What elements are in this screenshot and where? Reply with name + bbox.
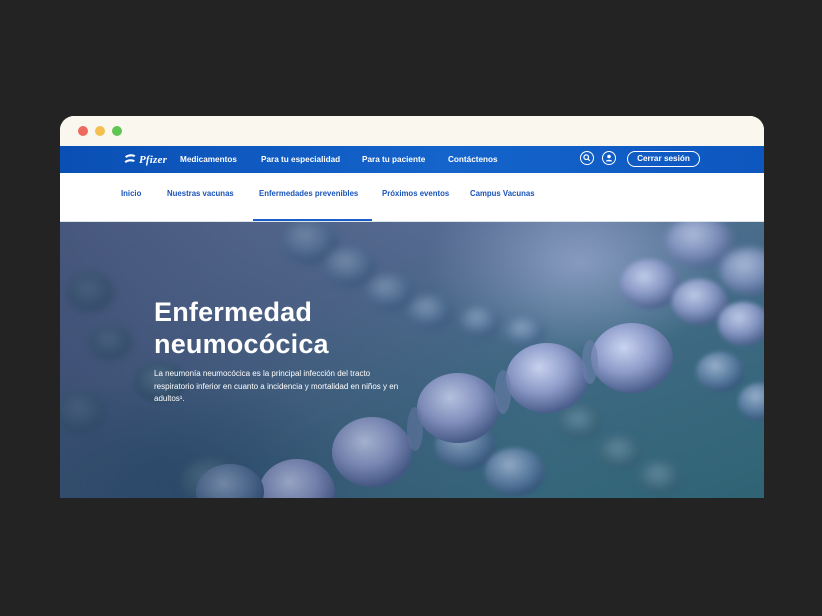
hero-title: Enfermedad neumocócica bbox=[154, 296, 454, 360]
logout-button[interactable]: Cerrar sesión bbox=[627, 151, 700, 167]
maximize-window-button[interactable] bbox=[112, 126, 122, 136]
hero-description: La neumonía neumocócica es la principal … bbox=[154, 369, 399, 403]
search-button[interactable] bbox=[580, 151, 594, 165]
logo-wordmark: Pfizer bbox=[139, 153, 168, 166]
nav-contactenos[interactable]: Contáctenos bbox=[448, 146, 498, 173]
hero-title-line-2: neumocócica bbox=[154, 329, 329, 359]
close-window-button[interactable] bbox=[78, 126, 88, 136]
user-icon bbox=[605, 154, 613, 162]
nav-medicamentos[interactable]: Medicamentos bbox=[180, 146, 237, 173]
hero-title-line-1: Enfermedad bbox=[154, 297, 313, 327]
nav-para-tu-paciente[interactable]: Para tu paciente bbox=[362, 146, 425, 173]
subnav-proximos-eventos[interactable]: Próximos eventos bbox=[382, 173, 449, 221]
hero-overlay bbox=[60, 222, 764, 498]
hero-banner: Enfermedad neumocócica La neumonía neumo… bbox=[60, 222, 764, 498]
user-button[interactable] bbox=[602, 151, 616, 165]
top-navigation-bar: Pfizer Medicamentos Para tu especialidad… bbox=[60, 146, 764, 173]
secondary-navigation: Inicio Nuestras vacunas Enfermedades pre… bbox=[60, 173, 764, 222]
pfizer-logo-icon bbox=[124, 154, 136, 163]
window-titlebar bbox=[60, 116, 764, 146]
search-icon bbox=[583, 154, 591, 162]
subnav-enfermedades-prevenibles[interactable]: Enfermedades prevenibles bbox=[252, 173, 373, 221]
subnav-campus-vacunas[interactable]: Campus Vacunas bbox=[470, 173, 535, 221]
subnav-inicio[interactable]: Inicio bbox=[121, 173, 141, 221]
nav-para-tu-especialidad[interactable]: Para tu especialidad bbox=[261, 146, 340, 173]
browser-window: Pfizer Medicamentos Para tu especialidad… bbox=[60, 116, 764, 498]
subnav-nuestras-vacunas[interactable]: Nuestras vacunas bbox=[167, 173, 234, 221]
minimize-window-button[interactable] bbox=[95, 126, 105, 136]
pfizer-logo[interactable]: Pfizer bbox=[123, 151, 167, 168]
